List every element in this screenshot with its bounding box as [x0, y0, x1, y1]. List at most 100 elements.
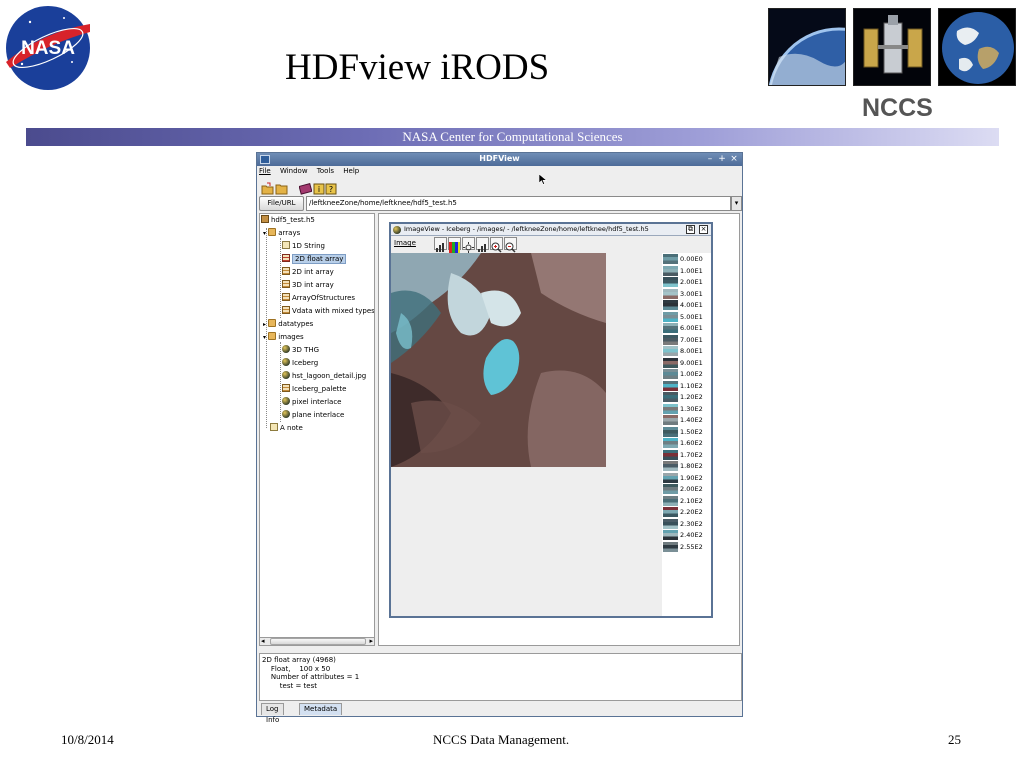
colorbar-swatch [663, 472, 678, 483]
tree-item-datatypes[interactable]: ▸ datatypes [263, 319, 313, 330]
colorbar-swatch [663, 426, 678, 437]
window-title: HDFView [479, 154, 520, 163]
colorbar-label: 2.10E2 [680, 496, 703, 505]
colorbar-label: 2.30E2 [680, 519, 703, 528]
tree-item-a-note[interactable]: A note [270, 423, 303, 434]
colorbar-swatch [663, 530, 678, 540]
minimize-icon[interactable]: – [705, 154, 715, 164]
colorbar-label: 8.00E1 [680, 347, 703, 355]
colorbar-label: 1.00E1 [680, 266, 703, 275]
svg-text:i: i [318, 185, 320, 194]
colorbar-row: 2.00E2 [662, 484, 711, 496]
note-icon [270, 423, 278, 431]
nccs-logo: NCCS [862, 94, 933, 122]
colorbar-row: 6.00E1 [662, 323, 711, 335]
colorbar-row: 2.20E2 [662, 507, 711, 519]
menu-help[interactable]: Help [343, 167, 359, 175]
detach-icon[interactable]: ⧉ [686, 225, 695, 234]
tree-item-iceberg[interactable]: Iceberg [282, 358, 318, 369]
help-book-2-icon[interactable]: ? [325, 180, 338, 195]
colorbar-label: 1.20E2 [680, 393, 703, 401]
scroll-left-icon[interactable]: ◂ [261, 637, 265, 645]
colorbar-label: 1.50E2 [680, 427, 703, 436]
colorbar-swatch [663, 254, 678, 264]
colorbar-label: 5.00E1 [680, 312, 703, 321]
colorbar-swatch [663, 392, 678, 402]
colorbar-swatch [663, 346, 678, 356]
file-url-button[interactable]: File/URL [259, 196, 304, 211]
colorbar-label: 2.20E2 [680, 508, 703, 516]
colorbar-swatch [663, 323, 678, 333]
brightness-icon[interactable] [462, 237, 475, 253]
colorbar-swatch [663, 334, 678, 345]
file-tree: hdf5_test.h5 ▾ arrays 1D String 2D float… [259, 213, 375, 646]
colorbar-swatch [663, 300, 678, 310]
histogram-icon[interactable] [434, 237, 447, 252]
colorbar-swatch [663, 438, 678, 448]
window-titlebar[interactable]: HDFView – + × [257, 153, 742, 166]
iceberg-satellite-image [391, 253, 606, 467]
colorbar-swatch [663, 357, 678, 368]
colorbar-swatch [663, 288, 678, 299]
close-icon[interactable]: × [699, 225, 708, 234]
menu-file[interactable]: File [259, 167, 271, 175]
chevron-down-icon[interactable]: ▾ [731, 196, 742, 211]
tree-item-plane-interlace[interactable]: plane interlace [282, 410, 344, 421]
tree-item-hst-lagoon[interactable]: hst_lagoon_detail.jpg [282, 371, 366, 382]
scroll-right-icon[interactable]: ▸ [369, 637, 373, 645]
tree-item-array-of-structures[interactable]: ArrayOfStructures [282, 293, 355, 304]
tree-item-3d-int-array[interactable]: 3D int array [282, 280, 334, 291]
tree-item-2d-int-array[interactable]: 2D int array [282, 267, 334, 278]
scrollbar-thumb[interactable] [270, 638, 366, 645]
earth-limb-image [768, 8, 846, 86]
colorbar-label: 1.00E2 [680, 370, 703, 378]
tree-item-2d-float-array[interactable]: 2D float array [282, 254, 347, 265]
info-line: Float, 100 x 50 [262, 664, 331, 673]
tree-item-1d-string[interactable]: 1D String [282, 241, 325, 252]
chart-icon[interactable] [476, 237, 489, 252]
colorbar-label: 2.00E1 [680, 278, 703, 286]
colorbar-swatch [663, 369, 678, 379]
colorbar-label: 6.00E1 [680, 324, 703, 332]
menu-tools[interactable]: Tools [317, 167, 334, 175]
palette-icon[interactable] [448, 237, 461, 253]
zoom-in-icon[interactable] [490, 237, 503, 253]
open-folder-icon[interactable] [261, 180, 274, 195]
table-icon [282, 384, 290, 392]
colorbar-row: 3.00E1 [662, 288, 711, 301]
tree-item-3d-thg[interactable]: 3D THG [282, 345, 319, 356]
footer-date: 10/8/2014 [61, 732, 114, 747]
close-icon[interactable]: × [729, 154, 739, 164]
colorbar-swatch [663, 311, 678, 322]
tree-item-images[interactable]: ▾ images [263, 332, 304, 343]
colorbar-row: 1.00E1 [662, 265, 711, 278]
books-icon[interactable] [298, 180, 313, 195]
globe-icon [282, 345, 290, 353]
tree-item-arrays[interactable]: ▾ arrays [263, 228, 300, 239]
hubble-telescope-image [853, 8, 931, 86]
colorbar-swatch [663, 265, 678, 276]
tree-horizontal-scrollbar[interactable]: ◂ ▸ [259, 637, 375, 646]
info-line: test = test [262, 681, 318, 690]
zoom-out-icon[interactable] [504, 237, 517, 253]
info-panel: 2D float array (4968) Float, 100 x 50 Nu… [259, 653, 742, 701]
image-view-titlebar[interactable]: ImageView - Iceberg - /images/ - /leftkn… [391, 224, 711, 236]
url-input[interactable]: /leftkneeZone/home/leftknee/hdf5_test.h5 [306, 196, 731, 211]
tab-metadata[interactable]: Metadata [299, 703, 343, 715]
colorbar-label: 1.10E2 [680, 381, 703, 390]
colorbar-label: 1.90E2 [680, 473, 703, 482]
tree-item-vdata[interactable]: Vdata with mixed types [282, 306, 374, 317]
earth-globe-image [938, 8, 1016, 86]
tree-item-root[interactable]: hdf5_test.h5 [261, 215, 315, 226]
tree-item-iceberg-palette[interactable]: Iceberg_palette [282, 384, 346, 395]
folder-icon [268, 228, 277, 236]
tree-item-pixel-interlace[interactable]: pixel interlace [282, 397, 342, 408]
image-menu[interactable]: Image [394, 239, 416, 247]
colorbar-row: 4.00E1 [662, 300, 711, 312]
menu-window[interactable]: Window [280, 167, 308, 175]
banner-text: NASA Center for Computational Sciences [402, 129, 623, 144]
folder-icon[interactable] [275, 180, 288, 195]
tab-log-info[interactable]: Log Info [261, 703, 285, 724]
maximize-icon[interactable]: + [717, 154, 727, 164]
nasa-logo: NASA [2, 2, 94, 94]
